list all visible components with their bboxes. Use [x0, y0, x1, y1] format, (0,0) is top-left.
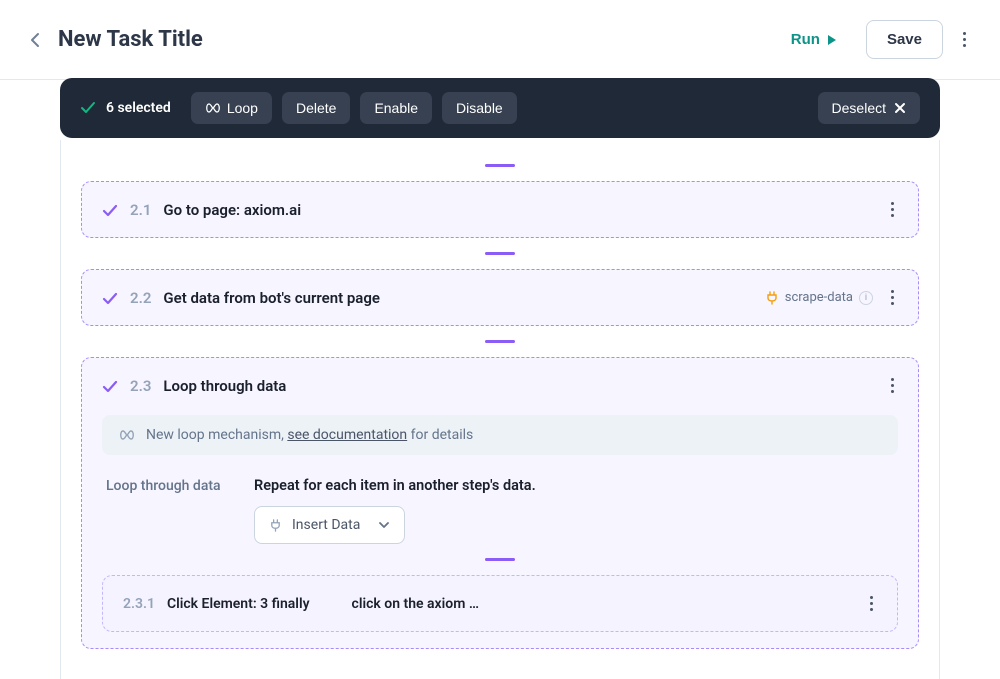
connector — [81, 340, 919, 343]
substep-card-2-3-1[interactable]: 2.3.1 Click Element: 3 finally click on … — [102, 575, 898, 632]
plug-icon — [269, 519, 282, 532]
step-title: Get data from bot's current page — [163, 289, 380, 307]
step-number: 2.1 — [130, 201, 151, 219]
run-button[interactable]: Run — [779, 23, 850, 56]
enable-button[interactable]: Enable — [360, 92, 432, 124]
deselect-button[interactable]: Deselect — [818, 92, 920, 124]
header: New Task Title Run Save — [0, 0, 1000, 80]
substep-number: 2.3.1 — [123, 596, 155, 612]
check-icon — [102, 202, 118, 218]
substep-description: click on the axiom … — [352, 596, 479, 612]
info-bar: New loop mechanism, see documentation fo… — [102, 415, 898, 455]
check-icon — [102, 290, 118, 306]
step-title: Loop through data — [163, 377, 286, 395]
more-icon[interactable] — [887, 286, 898, 309]
step-title: Go to page: axiom.ai — [163, 201, 301, 219]
selection-count: 6 selected — [106, 100, 171, 116]
more-icon[interactable] — [959, 28, 970, 51]
disable-button[interactable]: Disable — [442, 92, 517, 124]
back-icon[interactable] — [30, 32, 40, 48]
param-label: Loop through data — [106, 477, 226, 544]
check-icon — [102, 378, 118, 394]
step-number: 2.2 — [130, 289, 151, 307]
step-number: 2.3 — [130, 377, 151, 395]
more-icon[interactable] — [887, 198, 898, 221]
step-card-2-1[interactable]: 2.1 Go to page: axiom.ai — [81, 181, 919, 238]
substep-title: Click Element: 3 finally — [167, 596, 310, 612]
check-icon — [80, 100, 96, 116]
more-icon[interactable] — [866, 592, 877, 615]
play-icon — [826, 34, 838, 46]
chevron-down-icon — [378, 521, 390, 529]
tag-badge: scrape-data i — [765, 290, 873, 305]
close-icon — [894, 102, 906, 114]
main-panel: 2.1 Go to page: axiom.ai 2.2 Get data fr… — [60, 140, 940, 679]
documentation-link[interactable]: see documentation — [287, 427, 407, 443]
step-card-2-2[interactable]: 2.2 Get data from bot's current page scr… — [81, 269, 919, 326]
page-title: New Task Title — [58, 27, 203, 52]
loop-button[interactable]: Loop — [191, 92, 272, 124]
infinity-icon — [118, 429, 136, 441]
delete-button[interactable]: Delete — [282, 92, 350, 124]
save-button[interactable]: Save — [866, 20, 943, 59]
selection-bar: 6 selected Loop Delete Enable Disable De… — [60, 78, 940, 138]
infinity-icon — [205, 103, 221, 113]
connector — [81, 252, 919, 255]
connector — [102, 558, 898, 561]
param-description: Repeat for each item in another step's d… — [254, 477, 894, 494]
step-card-2-3[interactable]: 2.3 Loop through data New loop mechanism… — [81, 357, 919, 649]
more-icon[interactable] — [887, 374, 898, 397]
plug-icon — [765, 291, 779, 305]
insert-data-dropdown[interactable]: Insert Data — [254, 506, 405, 544]
info-icon[interactable]: i — [859, 291, 873, 305]
connector — [81, 164, 919, 167]
